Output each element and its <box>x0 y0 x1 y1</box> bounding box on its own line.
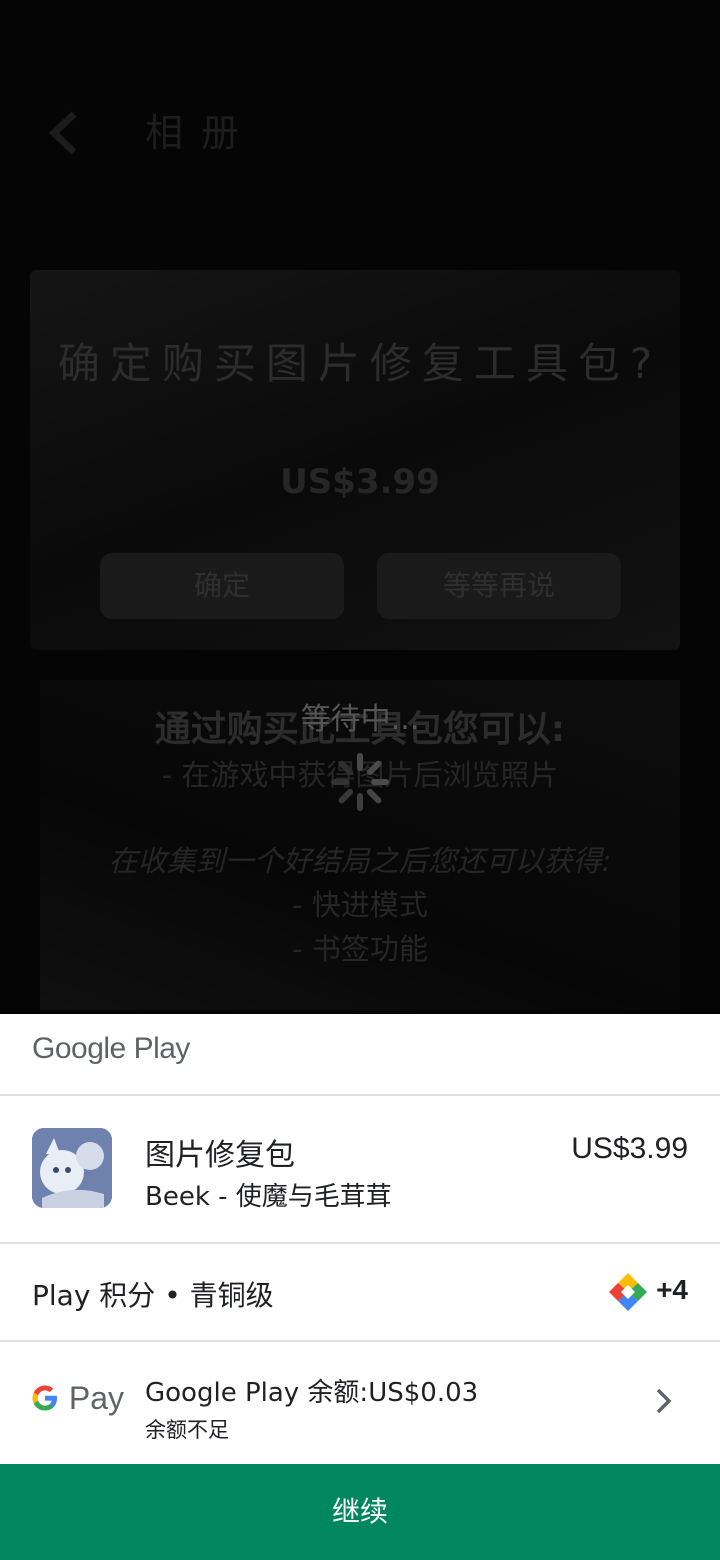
chevron-right-icon[interactable] <box>652 1386 676 1416</box>
chevron-left-icon[interactable] <box>44 108 84 158</box>
album-title: 相册 <box>145 111 258 155</box>
payment-method-text: Google Play 余额:US$0.03 <box>145 1378 479 1408</box>
item-price: US$3.99 <box>571 1132 688 1165</box>
app-icon <box>32 1128 112 1208</box>
google-pay-label: Pay <box>68 1380 125 1416</box>
purchase-confirm-title: 确定购买图片修复工具包? <box>57 339 663 388</box>
benefit-item: - 书签功能 <box>292 932 428 966</box>
loading-spinner-icon <box>328 750 392 814</box>
play-points-diamond-icon <box>608 1272 648 1312</box>
play-points-value: +4 <box>656 1274 688 1305</box>
later-button[interactable]: 等等再说 <box>377 553 621 619</box>
benefit-note: 在收集到一个好结局之后您还可以获得: <box>108 844 612 878</box>
payment-method-row[interactable]: Pay Google Play 余额:US$0.03 余额不足 <box>0 1342 720 1464</box>
game-background: 相册 确定购买图片修复工具包? US$3.99 确定 等等再说 通过购买此工具包… <box>0 0 720 1014</box>
purchase-price: US$3.99 <box>280 462 440 502</box>
purchase-item-row: 图片修复包 Beek - 使魔与毛茸茸 US$3.99 <box>0 1096 720 1244</box>
waiting-text: 等待中... <box>300 702 420 737</box>
confirm-button[interactable]: 确定 <box>100 553 344 619</box>
sheet-header: Google Play <box>0 1014 720 1096</box>
google-g-icon <box>32 1385 57 1411</box>
item-app-name: Beek - 使魔与毛茸茸 <box>145 1182 392 1212</box>
continue-button[interactable]: 继续 <box>0 1464 720 1560</box>
play-points-row: Play 积分 • 青铜级 +4 <box>0 1244 720 1342</box>
item-title: 图片修复包 <box>145 1138 295 1173</box>
payment-status-text: 余额不足 <box>145 1418 229 1442</box>
google-pay-logo: Pay <box>30 1380 124 1417</box>
play-points-label: Play 积分 • 青铜级 <box>32 1279 274 1312</box>
google-play-purchase-sheet: Google Play 图片修复包 Beek - 使魔与毛茸茸 US$3.99 … <box>0 1014 720 1560</box>
google-play-logo: Google Play <box>32 1032 190 1065</box>
benefit-item: - 快进模式 <box>292 888 428 922</box>
